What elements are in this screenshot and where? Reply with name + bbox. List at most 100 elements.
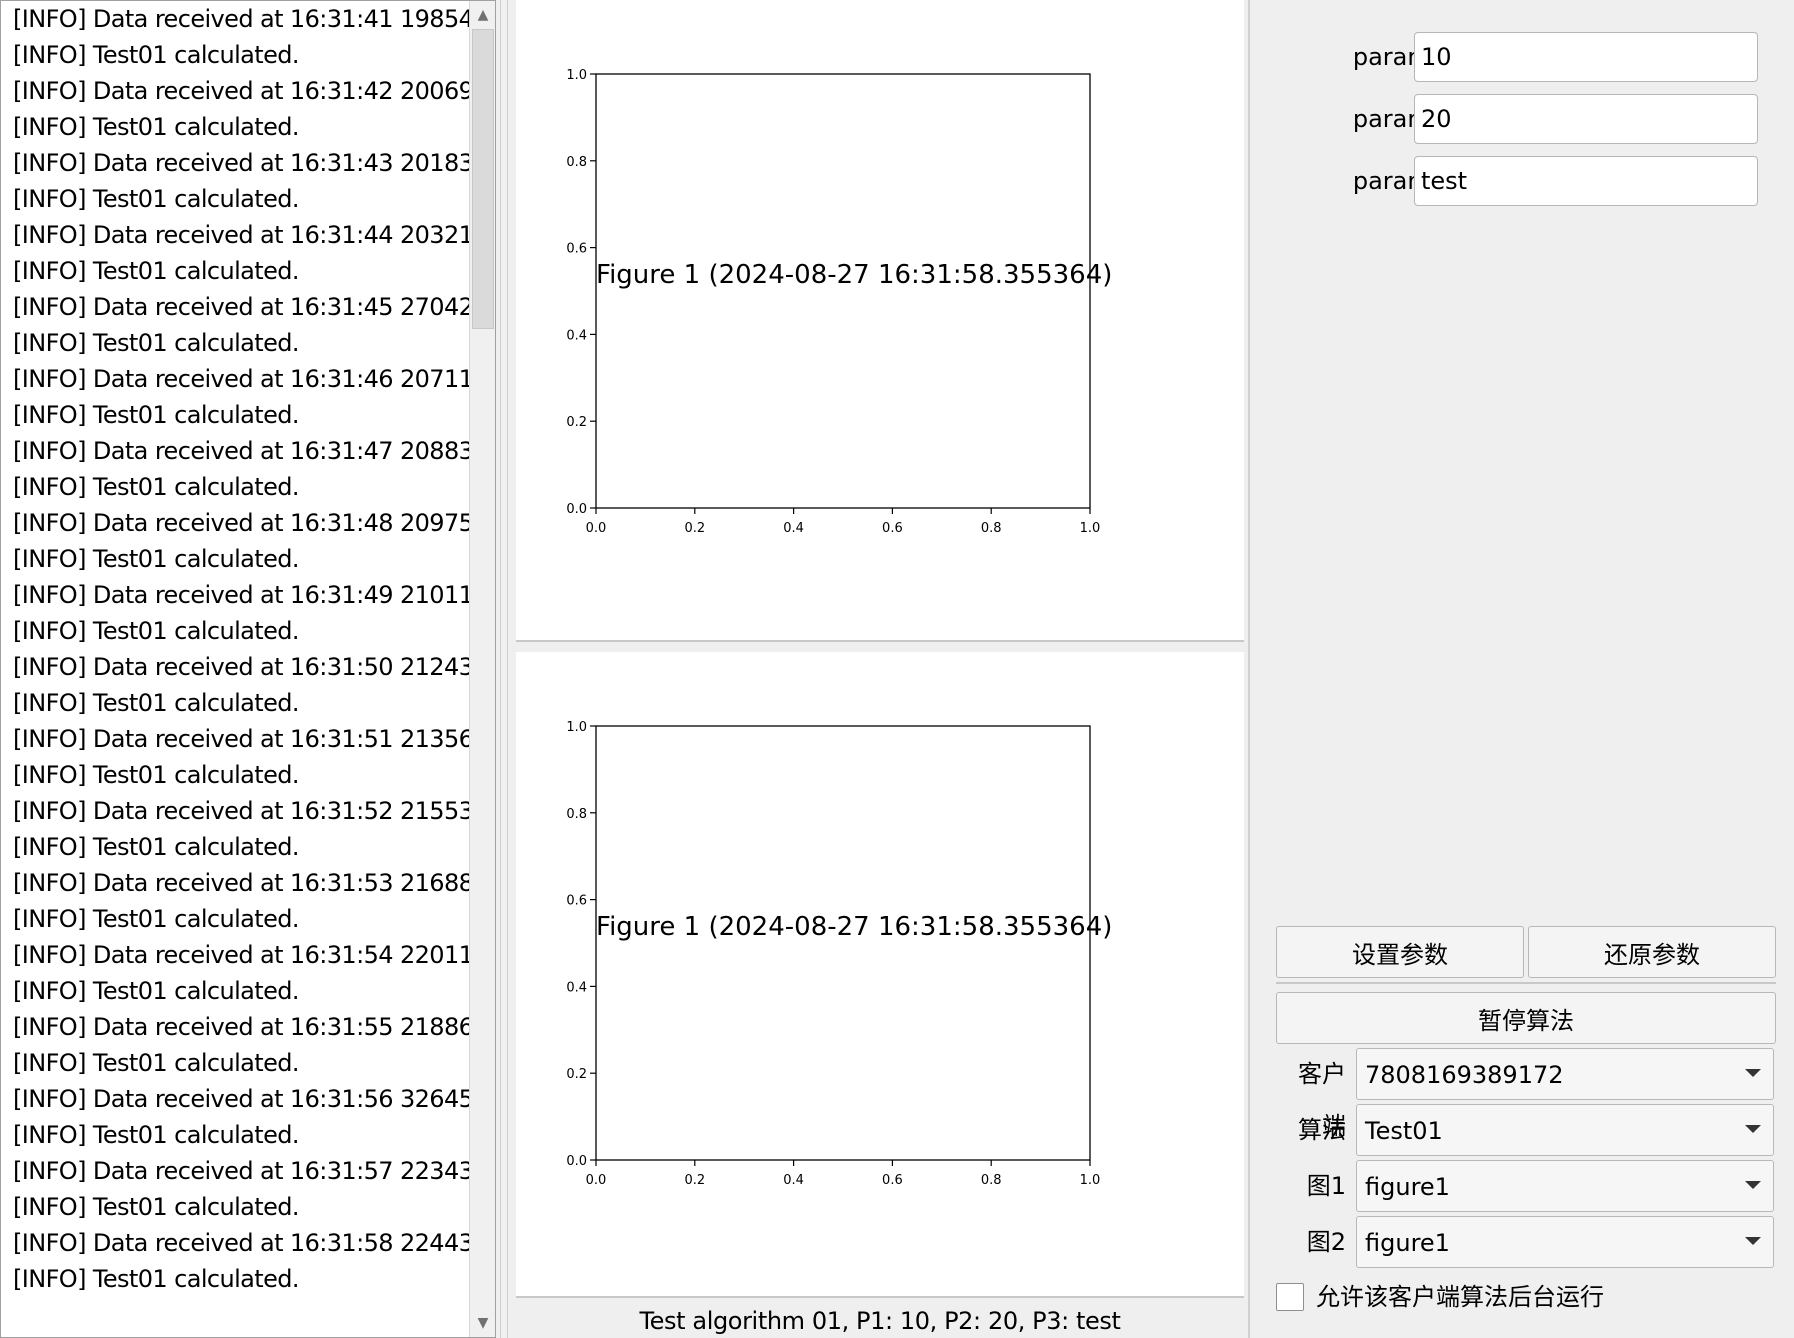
scroll-up-arrow-icon[interactable]: ▲ <box>470 1 495 29</box>
log-line: [INFO] Data received at 16:31:56 326452. <box>13 1085 495 1113</box>
param2-input[interactable] <box>1414 94 1758 144</box>
log-line: [INFO] Data received at 16:31:45 270422. <box>13 293 495 321</box>
log-line: [INFO] Data received at 16:31:43 201837. <box>13 149 495 177</box>
y-tick-label: 0.8 <box>566 155 587 170</box>
y-tick-label: 1.0 <box>566 68 587 83</box>
algorithm-selector-row: 算法 Test01 <box>1276 1104 1774 1156</box>
figure-annotation: Figure 1 (2024-08-27 16:31:58.355364) <box>596 912 1112 942</box>
x-tick-label: 0.0 <box>586 1173 607 1188</box>
background-run-checkbox[interactable] <box>1276 1283 1304 1311</box>
y-tick-label: 0.6 <box>566 894 587 909</box>
client-selector-row: 客户端 7808169389172 <box>1276 1048 1774 1140</box>
log-line: [INFO] Test01 calculated. <box>13 113 300 141</box>
background-run-row[interactable]: 允许该客户端算法后台运行 <box>1276 1280 1772 1314</box>
scrollbar-thumb[interactable] <box>472 29 494 329</box>
y-tick-label: 1.0 <box>566 720 587 735</box>
figure2-label: 图2 <box>1306 1228 1346 1256</box>
figure1-select-value: figure1 <box>1365 1173 1450 1201</box>
pause-algorithm-button[interactable]: 暂停算法 <box>1276 992 1776 1044</box>
log-line: [INFO] Test01 calculated. <box>13 617 300 645</box>
algorithm-label: 算法 <box>1298 1116 1346 1144</box>
figure1-select[interactable]: figure1 <box>1356 1160 1774 1212</box>
figure2-selector-row: 图2 figure1 <box>1276 1216 1774 1268</box>
param3-input[interactable] <box>1414 156 1758 206</box>
chart-2: 0.0 0.2 0.4 0.6 0.8 1.0 0.0 0.2 0.4 0.6 0.8 1.0 Figu… <box>566 720 1112 1188</box>
log-line: [INFO] Data received at 16:31:48 209750. <box>13 509 495 537</box>
x-tick-label: 1.0 <box>1080 1173 1101 1188</box>
x-tick-label: 1.0 <box>1080 521 1101 536</box>
x-tick-label: 0.0 <box>586 521 607 536</box>
log-line: [INFO] Test01 calculated. <box>13 1049 300 1077</box>
param-row-3: param3 <box>1252 156 1794 206</box>
log-line: [INFO] Data received at 16:31:47 208834. <box>13 437 495 465</box>
log-line: [INFO] Test01 calculated. <box>13 1121 300 1149</box>
param-row-2: param2 <box>1252 94 1794 144</box>
x-tick-label: 0.4 <box>783 521 804 536</box>
x-tick-label: 0.2 <box>684 1173 705 1188</box>
x-tick-label: 0.6 <box>882 521 903 536</box>
log-line: [INFO] Data received at 16:31:46 207117. <box>13 365 495 393</box>
y-tick-label: 0.2 <box>566 1067 587 1082</box>
set-params-button[interactable]: 设置参数 <box>1276 926 1524 978</box>
y-tick-label: 0.2 <box>566 415 587 430</box>
log-line: [INFO] Data received at 16:31:44 203216. <box>13 221 495 249</box>
scroll-down-arrow-icon[interactable]: ▼ <box>470 1309 495 1337</box>
log-line: [INFO] Data received at 16:31:57 223433. <box>13 1157 495 1185</box>
log-line: [INFO] Data received at 16:31:58 224435. <box>13 1229 495 1257</box>
chevron-down-icon <box>1745 1237 1761 1245</box>
param-row-1: param1 <box>1252 32 1794 82</box>
log-line: [INFO] Test01 calculated. <box>13 1193 300 1221</box>
log-line: [INFO] Test01 calculated. <box>13 473 300 501</box>
algorithm-select[interactable]: Test01 <box>1356 1104 1774 1156</box>
client-select[interactable]: 7808169389172 <box>1356 1048 1774 1100</box>
log-line: [INFO] Test01 calculated. <box>13 257 300 285</box>
log-line: [INFO] Data received at 16:31:51 213566. <box>13 725 495 753</box>
log-line: [INFO] Data received at 16:31:42 200696. <box>13 77 495 105</box>
figure2-select[interactable]: figure1 <box>1356 1216 1774 1268</box>
figure-annotation: Figure 1 (2024-08-27 16:31:58.355364) <box>596 260 1112 290</box>
log-panel[interactable]: [INFO] Data received at 16:31:41 198544.… <box>0 0 496 1338</box>
log-line: [INFO] Data received at 16:31:52 215537. <box>13 797 495 825</box>
log-line: [INFO] Data received at 16:31:55 218864. <box>13 1013 495 1041</box>
log-line: [INFO] Test01 calculated. <box>13 401 300 429</box>
log-line: [INFO] Data received at 16:31:41 198544. <box>13 5 495 33</box>
log-list: [INFO] Data received at 16:31:41 198544.… <box>1 1 495 1337</box>
background-run-label: 允许该客户端算法后台运行 <box>1316 1283 1604 1311</box>
x-tick-label: 0.2 <box>684 521 705 536</box>
log-line: [INFO] Data received at 16:31:54 220113. <box>13 941 495 969</box>
client-label: 客户端 <box>1298 1060 1346 1140</box>
log-line: [INFO] Test01 calculated. <box>13 41 300 69</box>
panel-splitter[interactable] <box>500 0 508 1338</box>
log-line: [INFO] Data received at 16:31:53 216885. <box>13 869 495 897</box>
algorithm-select-value: Test01 <box>1365 1117 1443 1145</box>
y-tick-label: 0.6 <box>566 242 587 257</box>
log-line: [INFO] Test01 calculated. <box>13 329 300 357</box>
log-scrollbar[interactable]: ▲ ▼ <box>469 1 495 1337</box>
panel-divider <box>1248 0 1250 1338</box>
log-line: [INFO] Data received at 16:31:50 212436. <box>13 653 495 681</box>
figure1-selector-row: 图1 figure1 <box>1276 1160 1774 1212</box>
figure-area: 0.0 0.2 0.4 0.6 0.8 1.0 0.0 0.2 0.4 0.6 0.8 1.0 Figu… <box>510 0 1248 1338</box>
chevron-down-icon <box>1745 1125 1761 1133</box>
figure-canvas-1: 0.0 0.2 0.4 0.6 0.8 1.0 0.0 0.2 0.4 0.6 0.8 1.0 Figu… <box>516 0 1244 642</box>
y-tick-label: 0.4 <box>566 980 587 995</box>
axes-frame <box>595 73 1091 509</box>
figure-canvas-2: 0.0 0.2 0.4 0.6 0.8 1.0 0.0 0.2 0.4 0.6 0.8 1.0 Figu… <box>516 652 1244 1298</box>
y-tick-label: 0.8 <box>566 807 587 822</box>
client-select-value: 7808169389172 <box>1365 1061 1564 1089</box>
param1-input[interactable] <box>1414 32 1758 82</box>
y-tick-label: 0.4 <box>566 328 587 343</box>
log-line: [INFO] Test01 calculated. <box>13 545 300 573</box>
log-line: [INFO] Data received at 16:31:49 210111. <box>13 581 495 609</box>
control-panel: param1 param2 param3 设置参数 还原参数 暂停算法 客户端 … <box>1252 0 1794 1338</box>
chart-1: 0.0 0.2 0.4 0.6 0.8 1.0 0.0 0.2 0.4 0.6 0.8 1.0 Figu… <box>566 68 1112 536</box>
x-tick-label: 0.8 <box>981 1173 1002 1188</box>
chevron-down-icon <box>1745 1181 1761 1189</box>
log-line: [INFO] Test01 calculated. <box>13 689 300 717</box>
figure1-label: 图1 <box>1306 1172 1346 1200</box>
figure2-select-value: figure1 <box>1365 1229 1450 1257</box>
restore-params-button[interactable]: 还原参数 <box>1528 926 1776 978</box>
log-line: [INFO] Test01 calculated. <box>13 185 300 213</box>
y-tick-label: 0.0 <box>566 502 587 517</box>
x-tick-label: 0.8 <box>981 521 1002 536</box>
